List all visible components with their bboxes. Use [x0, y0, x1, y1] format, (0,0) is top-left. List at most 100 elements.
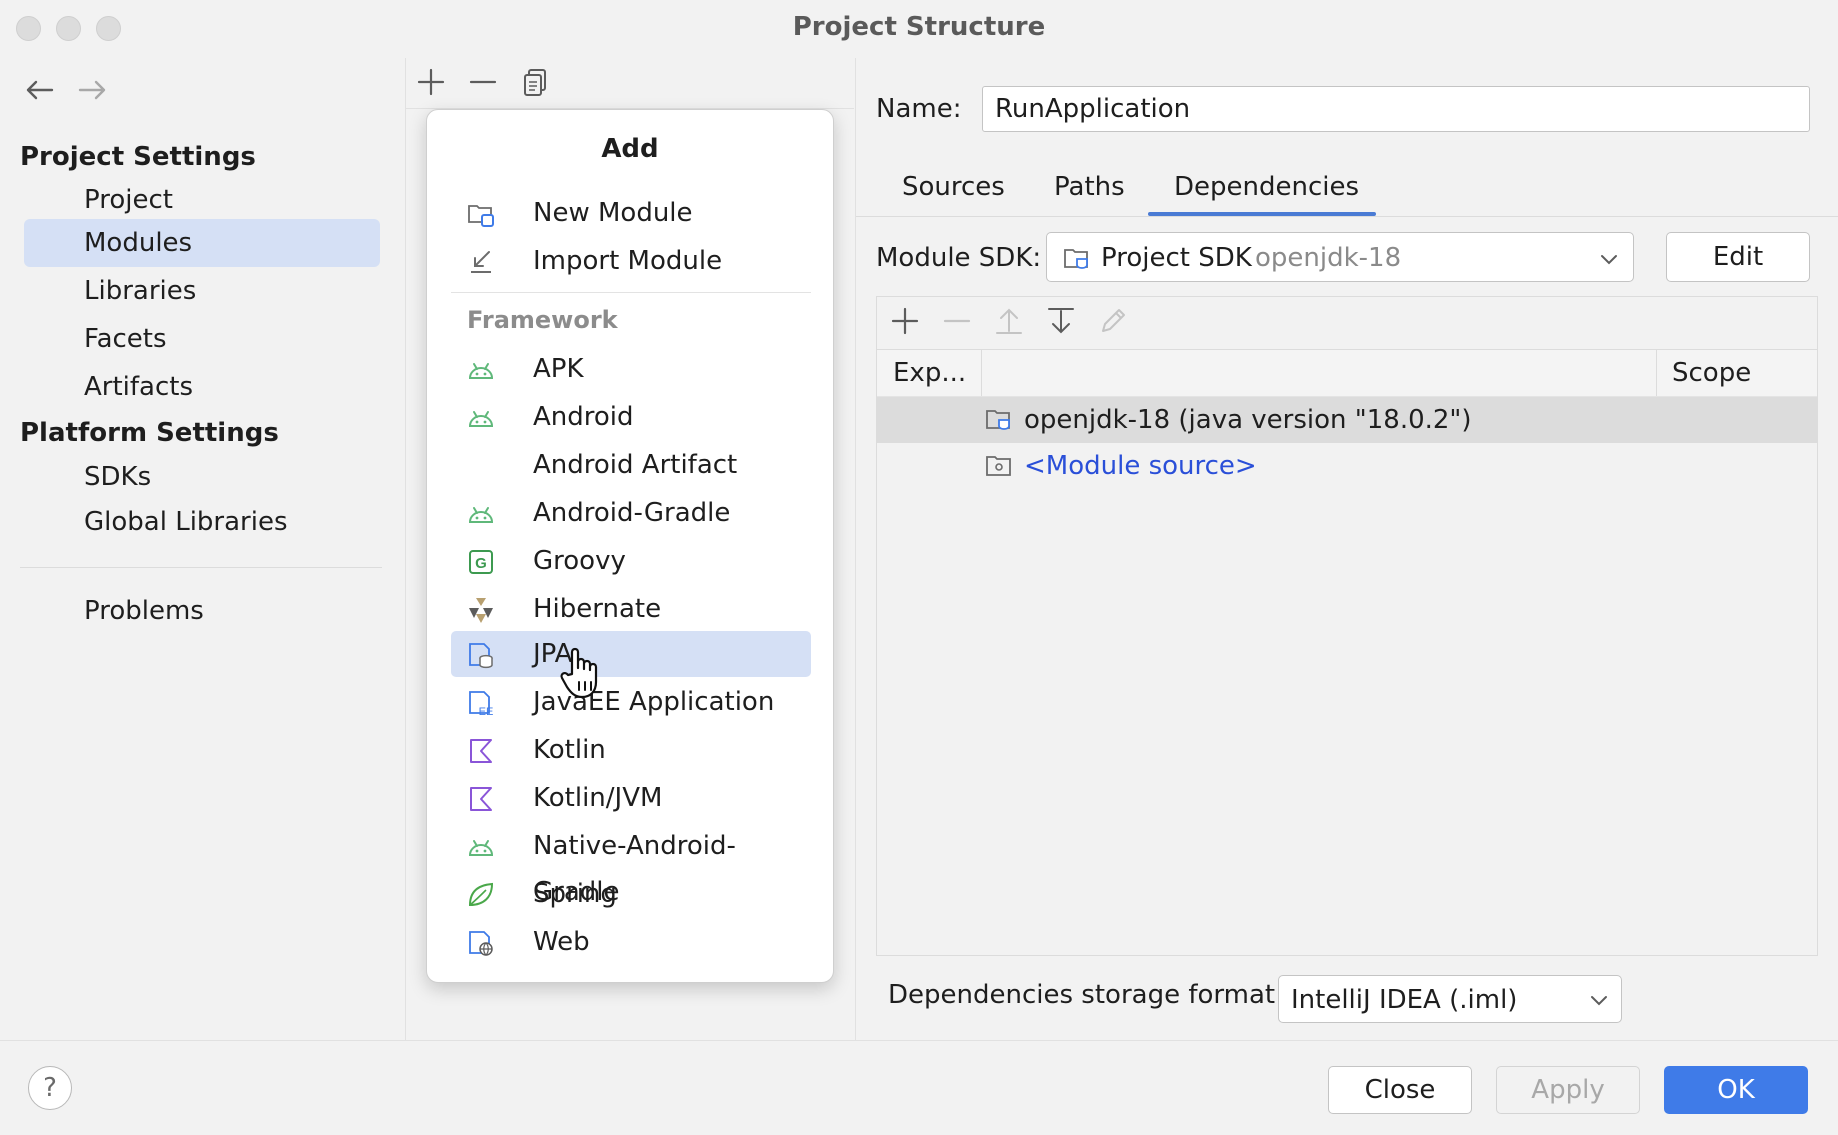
popup-item-label: Spring [533, 879, 617, 909]
popup-item-kotlin[interactable]: Kotlin [451, 727, 811, 773]
popup-separator [451, 292, 811, 293]
popup-item-kotlin-jvm[interactable]: Kotlin/JVM [451, 775, 811, 821]
popup-item-label: New Module [533, 198, 693, 228]
popup-item-label: Kotlin/JVM [533, 783, 662, 813]
add-popup: Add New Module Import Module Framework [426, 109, 834, 983]
back-arrow-icon[interactable] [22, 72, 58, 108]
kotlin-icon [467, 737, 495, 765]
dependency-label: openjdk-18 (java version "18.0.2") [1024, 397, 1472, 443]
sdk-value-secondary: openjdk-18 [1255, 243, 1401, 273]
popup-item-apk[interactable]: APK [451, 346, 811, 392]
popup-item-label: APK [533, 354, 584, 384]
nav-separator [20, 567, 382, 568]
title-bar: Project Structure [0, 0, 1838, 58]
module-name-field[interactable]: RunApplication [982, 86, 1810, 132]
popup-item-android-artifact[interactable]: Android Artifact [451, 442, 811, 488]
popup-item-label: Android-Gradle [533, 498, 730, 528]
spring-icon [467, 881, 495, 909]
source-folder-icon [985, 452, 1013, 480]
popup-item-web[interactable]: Web [451, 919, 811, 965]
popup-item-javaee-application[interactable]: EE JavaEE Application [451, 679, 811, 725]
framework-header: Framework [467, 306, 618, 334]
right-splitter[interactable] [855, 58, 856, 1040]
platform-settings-header: Platform Settings [20, 418, 279, 448]
add-icon[interactable] [413, 64, 449, 100]
nav-item-project[interactable]: Project [24, 176, 380, 224]
close-button[interactable]: Close [1328, 1066, 1472, 1114]
copy-icon[interactable] [518, 64, 554, 100]
tab-dependencies[interactable]: Dependencies [1174, 172, 1359, 202]
popup-item-jpa[interactable]: JPA [451, 631, 811, 677]
nav-item-modules[interactable]: Modules [24, 219, 380, 267]
hand-cursor-icon [558, 644, 608, 700]
popup-item-spring[interactable]: Spring [451, 871, 811, 917]
storage-format-label: Dependencies storage format: [888, 980, 1284, 1010]
apply-button[interactable]: Apply [1496, 1066, 1640, 1114]
chevron-down-icon [1599, 249, 1619, 269]
move-up-icon[interactable] [991, 303, 1027, 339]
project-settings-header: Project Settings [20, 142, 256, 172]
popup-item-groovy[interactable]: G Groovy [451, 538, 811, 584]
nav-item-global-libraries[interactable]: Global Libraries [24, 498, 380, 546]
android-icon [467, 356, 495, 384]
storage-format-dropdown[interactable]: IntelliJ IDEA (.iml) [1278, 975, 1622, 1023]
column-divider[interactable] [981, 350, 982, 396]
javaee-icon: EE [467, 689, 495, 717]
android-icon [467, 500, 495, 528]
jpa-icon [467, 641, 495, 669]
column-scope[interactable]: Scope [1672, 358, 1751, 388]
popup-item-android[interactable]: Android [451, 394, 811, 440]
hibernate-icon [467, 596, 495, 624]
dependencies-table-header: Exp... Scope [877, 349, 1817, 397]
tab-paths[interactable]: Paths [1054, 172, 1125, 202]
import-module-icon [467, 248, 495, 276]
nav-item-artifacts[interactable]: Artifacts [24, 363, 380, 411]
nav-item-sdks[interactable]: SDKs [24, 453, 380, 501]
name-label: Name: [876, 94, 961, 124]
nav-item-problems[interactable]: Problems [24, 587, 380, 635]
edit-sdk-button[interactable]: Edit [1666, 232, 1810, 282]
column-divider[interactable] [1656, 350, 1657, 396]
module-sdk-label: Module SDK: [876, 243, 1041, 273]
project-structure-window: Project Structure Project Settings Proje… [0, 0, 1838, 1135]
left-splitter[interactable] [405, 58, 406, 1040]
move-down-icon[interactable] [1043, 303, 1079, 339]
dependencies-panel: Exp... Scope openjdk-18 (java version "1… [876, 296, 1818, 956]
jdk-folder-icon [985, 406, 1013, 434]
popup-item-label: Android [533, 402, 634, 432]
popup-title: Add [427, 134, 833, 164]
popup-item-label: Groovy [533, 546, 626, 576]
web-icon [467, 929, 495, 957]
help-button[interactable]: ? [28, 1066, 72, 1110]
new-module-icon [467, 200, 495, 228]
forward-arrow-icon[interactable] [74, 72, 110, 108]
popup-item-native-android-gradle[interactable]: Native-Android-Gradle [451, 823, 811, 869]
nav-item-facets[interactable]: Facets [24, 315, 380, 363]
popup-item-new-module[interactable]: New Module [451, 190, 811, 236]
popup-item-label: Android Artifact [533, 450, 737, 480]
popup-item-label: Hibernate [533, 594, 661, 624]
tab-sources[interactable]: Sources [902, 172, 1005, 202]
kotlin-icon [467, 785, 495, 813]
ok-button[interactable]: OK [1664, 1066, 1808, 1114]
remove-dependency-icon[interactable] [939, 303, 975, 339]
column-export[interactable]: Exp... [893, 358, 966, 388]
remove-icon[interactable] [465, 64, 501, 100]
svg-text:G: G [475, 555, 487, 572]
groovy-icon: G [467, 548, 495, 576]
chevron-down-icon [1589, 990, 1609, 1010]
table-row[interactable]: <Module source> [877, 443, 1817, 489]
tabs-divider [856, 216, 1838, 217]
module-sdk-dropdown[interactable]: Project SDK openjdk-18 [1046, 232, 1634, 282]
add-dependency-icon[interactable] [887, 303, 923, 339]
popup-item-hibernate[interactable]: Hibernate [451, 586, 811, 632]
svg-text:EE: EE [479, 706, 494, 717]
popup-item-android-gradle[interactable]: Android-Gradle [451, 490, 811, 536]
popup-item-label: Kotlin [533, 735, 606, 765]
window-title: Project Structure [0, 12, 1838, 42]
dependency-label[interactable]: <Module source> [1024, 443, 1257, 489]
table-row[interactable]: openjdk-18 (java version "18.0.2") [877, 397, 1817, 443]
nav-item-libraries[interactable]: Libraries [24, 267, 380, 315]
edit-pencil-icon[interactable] [1095, 303, 1131, 339]
popup-item-import-module[interactable]: Import Module [451, 238, 811, 284]
